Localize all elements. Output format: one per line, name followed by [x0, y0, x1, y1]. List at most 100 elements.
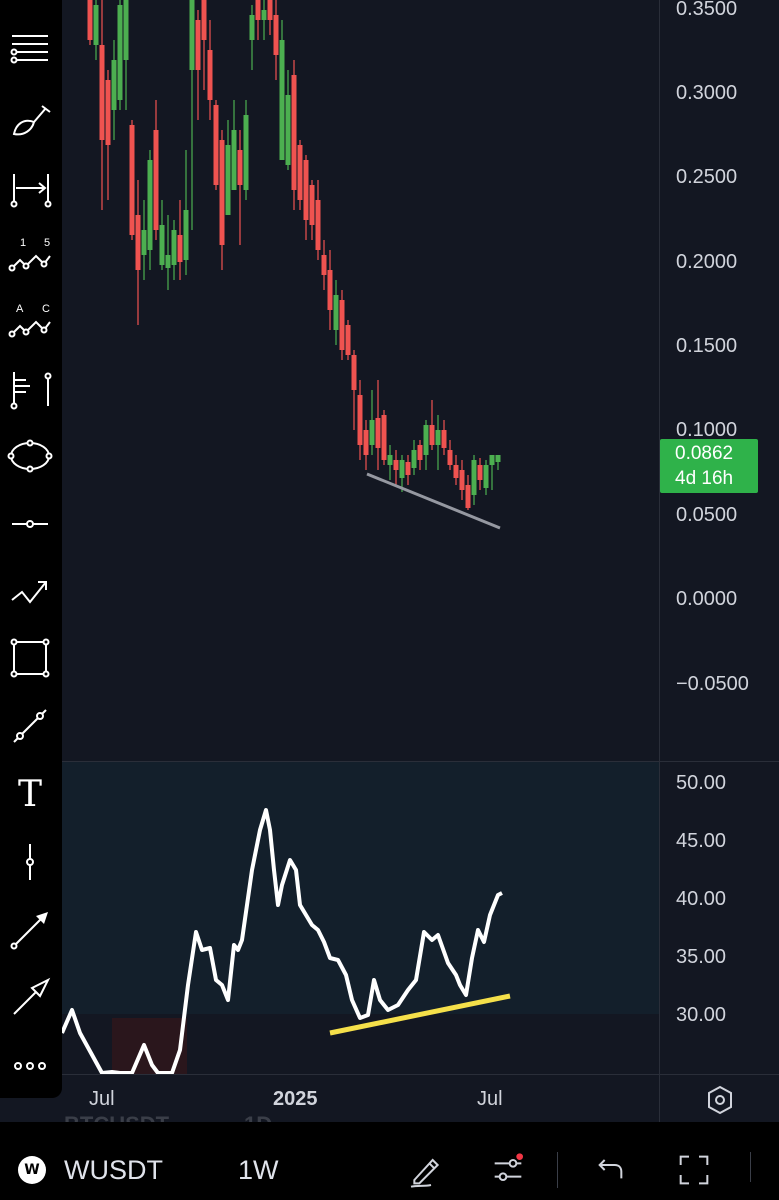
price-scale[interactable]: 0.3500 0.3000 0.2500 0.2000 0.1500 0.100…: [660, 0, 779, 1075]
price-candles: [87, 0, 501, 510]
price-label: 0.3500: [676, 0, 738, 20]
candle-body: [315, 200, 321, 250]
candle-body: [231, 130, 237, 190]
rectangle-icon[interactable]: [2, 630, 58, 686]
text-icon[interactable]: T: [2, 766, 58, 822]
candle-body: [183, 210, 189, 260]
candle-body: [111, 60, 117, 110]
candle-body: [249, 15, 255, 40]
candle-body: [93, 5, 99, 45]
candle-body: [483, 465, 489, 488]
candle-body: [273, 15, 279, 55]
more-icon[interactable]: [2, 1038, 58, 1094]
candle-body: [339, 300, 345, 350]
candle-body: [261, 10, 267, 20]
indicator-settings-icon[interactable]: [484, 1146, 532, 1194]
candle-body: [189, 0, 195, 70]
candle-body: [285, 95, 291, 165]
candle-body: [321, 255, 327, 275]
candle-body: [369, 420, 375, 445]
candle-body: [303, 160, 309, 220]
undo-icon[interactable]: [584, 1146, 632, 1194]
symbol-ticker[interactable]: WUSDT: [64, 1155, 163, 1186]
ellipse-icon[interactable]: [2, 428, 58, 484]
indicator-label: 35.00: [676, 946, 727, 968]
candle-body: [441, 430, 447, 448]
candle-body: [291, 75, 297, 190]
candle-body: [375, 418, 381, 448]
path-icon[interactable]: [2, 562, 58, 618]
candle-body: [255, 0, 261, 20]
candle-body: [135, 215, 141, 270]
bottom-separator: [557, 1152, 558, 1188]
candle-body: [423, 425, 429, 455]
time-label: Jul: [477, 1088, 503, 1110]
abc-pattern-icon[interactable]: A C: [2, 292, 58, 348]
current-price: 0.0862: [675, 443, 734, 464]
arrow-icon[interactable]: [2, 970, 58, 1026]
interval-selector[interactable]: 1W: [238, 1155, 279, 1186]
candle-body: [309, 185, 315, 225]
candle-body: [399, 460, 405, 478]
candle-body: [201, 0, 207, 40]
candle-body: [387, 455, 393, 465]
candle-body: [213, 105, 219, 185]
symbol-logo[interactable]: W: [18, 1156, 46, 1184]
menu-lines-icon[interactable]: [2, 20, 58, 76]
candle-body: [429, 425, 435, 445]
candle-body: [447, 450, 453, 465]
candle-body: [177, 235, 183, 262]
candle-body: [297, 145, 303, 200]
time-label-year: 2025: [273, 1088, 318, 1110]
candle-body: [417, 445, 423, 460]
candle-body: [345, 325, 351, 355]
price-label: 0.0500: [676, 504, 738, 526]
candle-body: [279, 40, 285, 160]
candle-body: [237, 150, 243, 185]
candle-body: [495, 455, 501, 462]
elliott-wave-icon[interactable]: 1 5: [2, 226, 58, 282]
text-tool-glyph: T: [18, 774, 42, 815]
wave-label-a: A: [16, 303, 24, 315]
price-label: 0.2500: [676, 166, 738, 188]
fib-icon[interactable]: [2, 360, 58, 416]
drawing-toolbar: 1 5 A C T: [0, 0, 62, 1098]
candle-body: [159, 225, 165, 265]
price-label: 0.3000: [676, 82, 738, 104]
indicator-pane-background: [62, 762, 659, 1014]
candle-body: [459, 470, 465, 490]
candle-body: [381, 415, 387, 460]
candle-body: [357, 395, 363, 445]
candle-body: [219, 140, 225, 245]
measure-icon[interactable]: [2, 160, 58, 216]
indicator-label: 45.00: [676, 830, 727, 852]
price-label: 0.2000: [676, 251, 738, 273]
fullscreen-icon[interactable]: [670, 1146, 718, 1194]
chart-area[interactable]: [60, 0, 659, 1075]
arrow-line-icon[interactable]: [2, 902, 58, 958]
candle-body: [393, 460, 399, 470]
horizontal-ray-icon[interactable]: [2, 496, 58, 552]
pencil-icon[interactable]: [402, 1146, 450, 1194]
candle-body: [147, 160, 153, 250]
candle-body: [327, 270, 333, 310]
candle-body: [465, 485, 471, 508]
candle-body: [363, 430, 369, 455]
candle-body: [171, 230, 177, 265]
candle-body: [141, 230, 147, 255]
candle-body: [87, 0, 93, 40]
wave-label-c: C: [42, 303, 50, 315]
wave-label-1: 1: [20, 237, 26, 249]
candle-body: [165, 255, 171, 268]
candle-body: [471, 460, 477, 495]
candle-body: [105, 80, 111, 145]
time-label: Jul: [89, 1088, 115, 1110]
candle-body: [267, 0, 273, 20]
chart-canvas[interactable]: [60, 0, 659, 1075]
trendline-icon[interactable]: [2, 698, 58, 754]
candle-body: [243, 115, 249, 190]
brush-icon[interactable]: [2, 92, 58, 148]
vertical-line-icon[interactable]: [2, 834, 58, 890]
chart-settings-icon[interactable]: [702, 1082, 738, 1118]
indicator-label: 30.00: [676, 1004, 727, 1026]
